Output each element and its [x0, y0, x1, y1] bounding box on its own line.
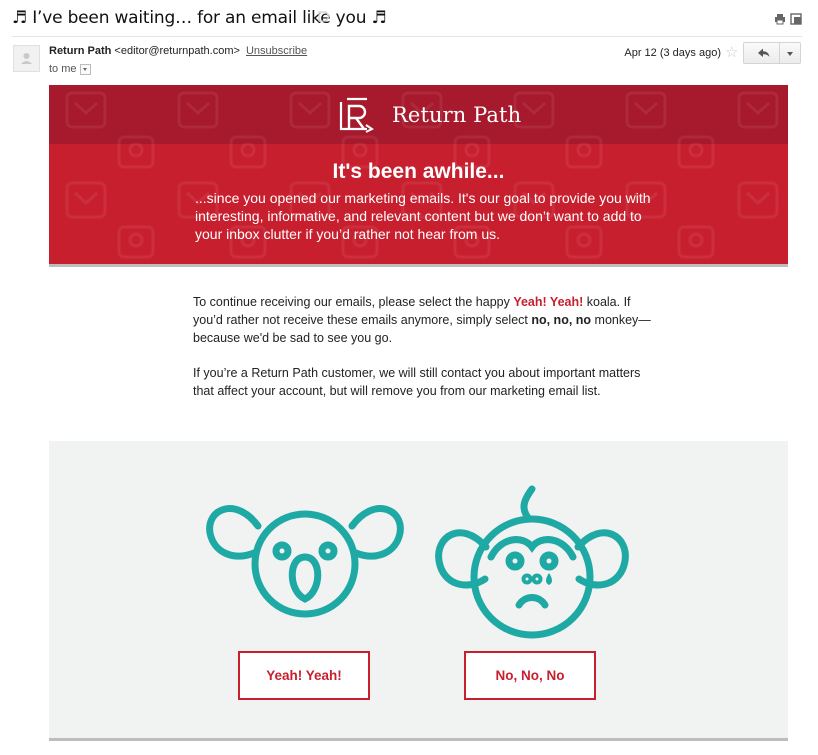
- instructions-text-a: To continue receiving our emails, please…: [193, 295, 514, 309]
- new-window-icon[interactable]: [790, 12, 802, 25]
- recipient-line: to me: [49, 63, 91, 75]
- star-icon[interactable]: ☆: [725, 43, 738, 61]
- email-date: Apr 12 (3 days ago): [624, 47, 721, 59]
- no-highlight: no, no, no: [531, 313, 592, 327]
- no-no-no-button[interactable]: No, No, No: [464, 651, 596, 700]
- yes-yes-button[interactable]: Yeah! Yeah!: [238, 651, 370, 700]
- monkey-icon[interactable]: [431, 479, 633, 639]
- subject-divider: [12, 36, 802, 37]
- recipient-label: to me: [49, 63, 77, 75]
- more-button[interactable]: [780, 42, 801, 64]
- customer-note-paragraph: If you’re a Return Path customer, we wil…: [193, 366, 641, 398]
- email-subject: ♬ I’ve been waiting… for an email like y…: [12, 8, 387, 28]
- banner-divider: [49, 264, 788, 267]
- hero-banner: Return Path It's been awhile... ...since…: [49, 85, 788, 269]
- body-copy: To continue receiving our emails, please…: [193, 293, 653, 400]
- yes-highlight: Yeah! Yeah!: [513, 295, 584, 309]
- choice-panel: Yeah! Yeah! No, No, No: [49, 441, 788, 738]
- subject-row: ♬ I’ve been waiting… for an email like y…: [0, 0, 818, 36]
- sender-name[interactable]: Return Path: [49, 45, 111, 57]
- brand-name: Return Path: [392, 103, 522, 127]
- banner-intro: ...since you opened our marketing emails…: [195, 190, 651, 242]
- koala-icon[interactable]: [206, 491, 404, 621]
- reply-icon: [758, 48, 770, 57]
- reply-button[interactable]: [743, 42, 780, 64]
- sender-line: Return Path <editor@returnpath.com> Unsu…: [49, 45, 307, 57]
- details-dropdown-icon[interactable]: [79, 63, 91, 75]
- top-actions: [774, 12, 802, 26]
- label-icon[interactable]: [318, 11, 330, 22]
- banner-headline: It's been awhile...: [332, 160, 505, 183]
- avatar-icon: [13, 45, 40, 72]
- panel-bottom-divider: [49, 738, 788, 741]
- sender-address: <editor@returnpath.com>: [114, 45, 240, 57]
- return-path-logo-icon: [339, 97, 374, 133]
- instructions-paragraph: To continue receiving our emails, please…: [193, 293, 653, 347]
- print-icon[interactable]: [774, 12, 786, 25]
- unsubscribe-link[interactable]: Unsubscribe: [246, 45, 307, 57]
